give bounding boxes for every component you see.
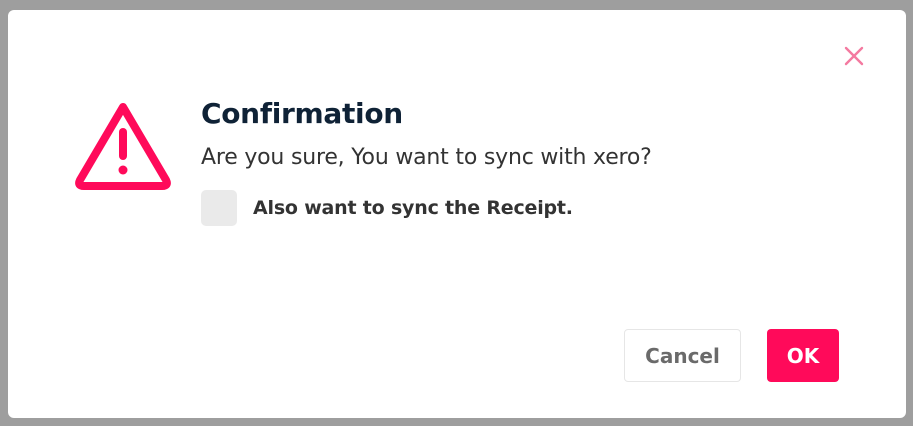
confirmation-dialog: Confirmation Are you sure, You want to s… bbox=[8, 10, 906, 418]
ok-button[interactable]: OK bbox=[767, 329, 839, 382]
sync-receipt-label[interactable]: Also want to sync the Receipt. bbox=[253, 197, 573, 219]
cancel-button[interactable]: Cancel bbox=[624, 329, 741, 382]
dialog-title: Confirmation bbox=[201, 97, 403, 130]
sync-receipt-option[interactable]: Also want to sync the Receipt. bbox=[201, 190, 573, 226]
close-button[interactable] bbox=[842, 44, 866, 68]
close-icon bbox=[844, 46, 864, 66]
warning-triangle-icon bbox=[72, 100, 174, 192]
sync-receipt-checkbox[interactable] bbox=[201, 190, 237, 226]
dialog-message: Are you sure, You want to sync with xero… bbox=[201, 145, 652, 170]
